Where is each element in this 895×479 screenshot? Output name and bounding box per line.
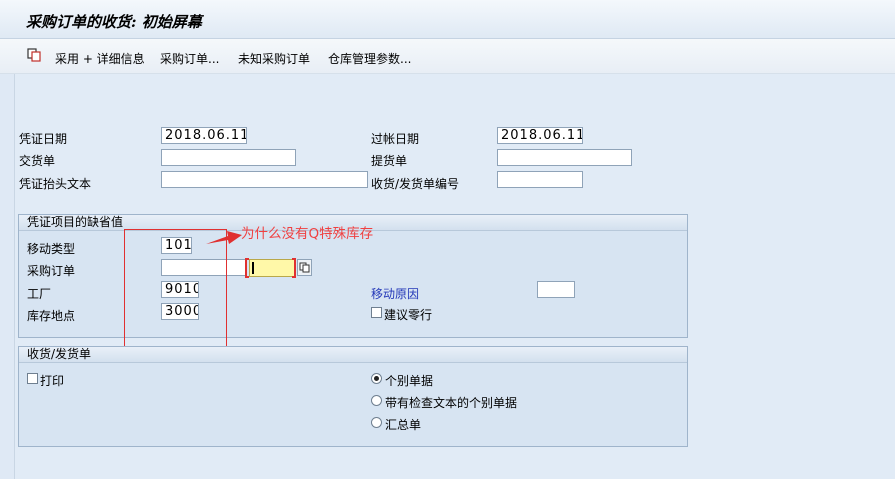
text-cursor (252, 262, 254, 274)
annotation-bracket-left (245, 258, 249, 278)
page-title: 采购订单的收货: 初始屏幕 (26, 13, 202, 31)
individual-slip-label: 个别单据 (385, 374, 434, 388)
storage-location-label: 库存地点 (27, 309, 76, 323)
unknown-po-button[interactable]: 未知采购订单 (238, 50, 310, 67)
purchase-order-label: 采购订单 (27, 264, 76, 278)
document-date-label: 凭证日期 (19, 132, 68, 146)
delivery-note-label: 交货单 (19, 154, 56, 168)
individual-slip-radio[interactable] (371, 373, 382, 384)
posting-date-label: 过帐日期 (371, 132, 420, 146)
application-toolbar: 采用 + 详细信息 采购订单... 未知采购订单 仓库管理参数... (0, 39, 895, 74)
individual-slip-inspection-radio[interactable] (371, 395, 382, 406)
annotation-text: 为什么没有Q特殊库存 (241, 226, 374, 242)
copy-icon[interactable] (27, 48, 41, 62)
bill-of-lading-field[interactable] (497, 149, 632, 166)
gr-slip-group: 收货/发货单 (18, 346, 688, 447)
gr-slip-number-field[interactable] (497, 171, 583, 188)
movement-type-label: 移动类型 (27, 242, 76, 256)
delivery-note-field[interactable] (161, 149, 296, 166)
gr-slip-title: 收货/发货单 (19, 347, 687, 363)
annotation-bracket-right (292, 258, 296, 278)
suggest-zero-lines-checkbox[interactable] (371, 307, 382, 318)
movement-reason-field[interactable] (537, 281, 575, 298)
bill-of-lading-label: 提货单 (371, 154, 408, 168)
print-label: 打印 (40, 374, 65, 388)
suggest-zero-lines-label: 建议零行 (384, 308, 433, 322)
print-checkbox[interactable] (27, 373, 38, 384)
individual-slip-inspection-label: 带有检查文本的个别单据 (385, 396, 518, 410)
wm-parameters-button[interactable]: 仓库管理参数... (328, 50, 411, 67)
adopt-details-button[interactable]: 采用 + 详细信息 (55, 50, 145, 67)
document-date-field[interactable]: 2018.06.11 (161, 127, 247, 144)
header-text-label: 凭证抬头文本 (19, 177, 92, 191)
copy-icon (299, 262, 310, 273)
value-help-button[interactable] (297, 259, 312, 276)
movement-reason-label[interactable]: 移动原因 (371, 285, 419, 302)
annotation-arrow-icon (206, 231, 242, 244)
gr-slip-number-label: 收货/发货单编号 (371, 177, 460, 191)
title-bar: 采购订单的收货: 初始屏幕 (0, 0, 895, 39)
special-stock-field[interactable] (249, 259, 295, 277)
posting-date-field[interactable]: 2018.06.11 (497, 127, 583, 144)
collective-slip-label: 汇总单 (385, 418, 422, 432)
header-text-field[interactable] (161, 171, 368, 188)
plant-label: 工厂 (27, 287, 52, 301)
purchase-order-button[interactable]: 采购订单... (160, 50, 219, 67)
collective-slip-radio[interactable] (371, 417, 382, 428)
